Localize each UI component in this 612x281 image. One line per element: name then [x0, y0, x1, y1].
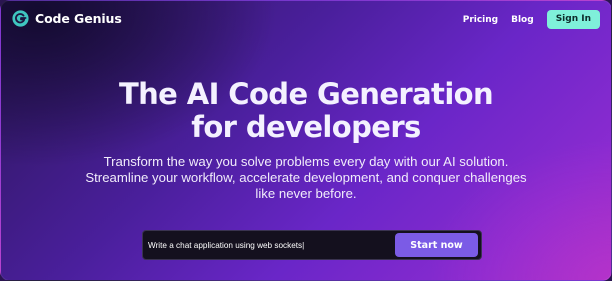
hero-title: The AI Code Generation for developers [1, 78, 611, 144]
hero-subtitle-line: Transform the way you solve problems eve… [103, 154, 509, 169]
nav-link-blog[interactable]: Blog [511, 15, 534, 25]
code-genius-logo-icon [12, 10, 29, 27]
hero-subtitle-line: like never before. [255, 186, 357, 201]
brand-logo[interactable]: Code Genius [12, 10, 122, 27]
hero-subtitle-line: Streamline your workflow, accelerate dev… [85, 170, 527, 185]
hero-subtitle: Transform the way you solve problems eve… [1, 154, 611, 202]
nav-link-pricing[interactable]: Pricing [463, 15, 498, 25]
start-now-button[interactable]: Start now [395, 233, 478, 257]
prompt-bar: Start now [142, 230, 482, 260]
hero-title-line: The AI Code Generation [118, 77, 494, 111]
prompt-input[interactable] [148, 231, 395, 259]
sign-in-button[interactable]: Sign In [546, 10, 600, 29]
hero-title-line: for developers [191, 110, 421, 144]
top-nav: Pricing Blog Sign In [463, 10, 600, 29]
landing-page: Code Genius Pricing Blog Sign In The AI … [0, 0, 612, 281]
brand-name: Code Genius [35, 11, 122, 26]
